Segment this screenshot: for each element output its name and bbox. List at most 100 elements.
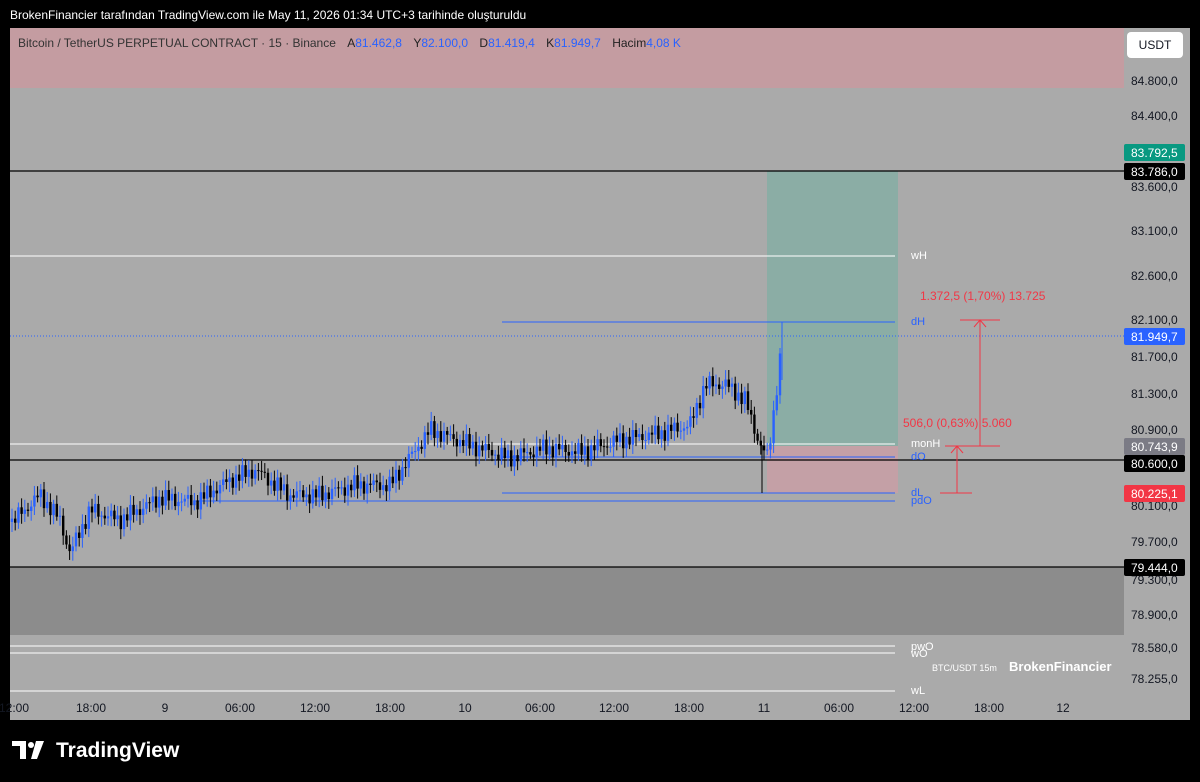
candle-body — [705, 385, 708, 389]
high-value: 82.100,0 — [421, 36, 469, 50]
watermark-author: BrokenFinancier — [1009, 659, 1112, 674]
candle-body — [238, 474, 241, 481]
candle-body — [734, 383, 737, 401]
price-badge: 80.225,1 — [1124, 485, 1185, 502]
candle-body — [151, 496, 154, 503]
candle-body — [650, 432, 654, 435]
candle-body — [436, 431, 439, 438]
candle-body — [324, 492, 327, 501]
candle-body — [353, 475, 356, 491]
candle-body — [337, 487, 340, 489]
close-value: 81.949,7 — [554, 36, 601, 50]
candle-body — [506, 450, 510, 459]
candle-body — [682, 428, 686, 431]
candle-body — [551, 446, 554, 458]
candle-body — [135, 509, 138, 515]
candle-body — [522, 448, 526, 453]
candle-body — [241, 465, 244, 481]
price-tick: 78.580,0 — [1131, 641, 1178, 655]
candle-body — [401, 467, 404, 481]
svg-text:81.949,7: 81.949,7 — [1131, 330, 1178, 344]
candle-body — [199, 492, 202, 510]
measure-tool[interactable] — [940, 319, 1000, 494]
candle-body — [561, 444, 564, 450]
candle-body — [657, 425, 660, 440]
candle-body — [183, 498, 186, 502]
price-tick: 84.800,0 — [1131, 74, 1178, 88]
candle-body — [577, 442, 580, 454]
price-tick: 82.600,0 — [1131, 269, 1178, 283]
candle-body — [602, 446, 606, 448]
candle-body — [375, 480, 378, 483]
candle-body — [417, 446, 420, 452]
candle-body — [311, 489, 314, 504]
candle-body — [167, 490, 170, 501]
time-tick: 12 — [1056, 701, 1070, 715]
candle-body — [702, 385, 705, 409]
candle-body — [334, 487, 337, 489]
time-axis[interactable]: 12:00 18:00 9 06:00 12:00 18:00 10 06:00 12:00 18… — [0, 701, 1070, 715]
candle-body — [161, 496, 164, 506]
price-chart[interactable]: 1.372,5 (1,70%) 13.725 506,0 (0,63%) 5.0… — [0, 0, 1200, 782]
time-tick: 12:00 — [0, 701, 29, 715]
candle-body — [23, 509, 26, 514]
candle-body — [295, 491, 298, 498]
candle-body — [276, 477, 279, 491]
symbol-title[interactable]: Bitcoin / TetherUS PERPETUAL CONTRACT · … — [18, 36, 336, 50]
candle-body — [778, 353, 782, 396]
label-monh: monH — [911, 438, 940, 450]
candle-body — [234, 474, 238, 488]
price-tick: 81.700,0 — [1131, 350, 1178, 364]
candle-body — [663, 430, 666, 441]
candle-body — [39, 489, 42, 498]
candle-body — [202, 492, 206, 499]
candle-body — [622, 433, 625, 449]
candle-body — [78, 532, 81, 538]
candle-body — [209, 485, 212, 498]
candle-body — [535, 446, 538, 458]
candle-body — [346, 484, 350, 496]
label-dh: dH — [911, 316, 925, 328]
candle-body — [654, 425, 657, 435]
candle-body — [766, 449, 769, 451]
candle-body — [106, 516, 110, 519]
price-badge: 83.786,0 — [1124, 163, 1185, 180]
candle-body — [382, 485, 385, 490]
candle-body — [14, 518, 17, 523]
time-tick: 12:00 — [300, 701, 330, 715]
candle-body — [714, 384, 718, 387]
price-badge: 83.792,5 — [1124, 144, 1185, 161]
price-badge: 80.743,9 — [1124, 438, 1185, 455]
label-wo: wO — [910, 648, 928, 660]
candle-body — [391, 476, 394, 484]
currency-button[interactable]: USDT — [1127, 32, 1183, 58]
candle-body — [292, 495, 295, 498]
candle-body — [10, 518, 14, 522]
candle-body — [87, 506, 90, 529]
candle-body — [26, 509, 30, 511]
candle-body — [318, 485, 321, 498]
label-do: dO — [911, 451, 926, 463]
candle-body — [286, 484, 289, 501]
candle-body — [420, 446, 423, 449]
candle-body — [33, 495, 36, 507]
candle-body — [772, 410, 775, 444]
candle-body — [177, 501, 180, 507]
candle-body — [724, 379, 727, 387]
candle-body — [593, 445, 596, 451]
tradingview-logo[interactable]: TradingView — [12, 739, 179, 763]
time-tick: 06:00 — [525, 701, 555, 715]
price-tick: 80.900,0 — [1131, 423, 1178, 437]
candle-body — [516, 455, 519, 462]
candle-body — [20, 507, 23, 514]
low-label: D — [479, 36, 489, 50]
candle-body — [244, 465, 247, 477]
candle-body — [708, 376, 711, 389]
candle-body — [612, 435, 615, 447]
candle-body — [298, 490, 302, 492]
candle-body — [430, 421, 433, 435]
candle-body — [644, 439, 647, 441]
candle-body — [698, 402, 702, 409]
candle-body — [119, 515, 122, 530]
candle-body — [721, 386, 724, 389]
